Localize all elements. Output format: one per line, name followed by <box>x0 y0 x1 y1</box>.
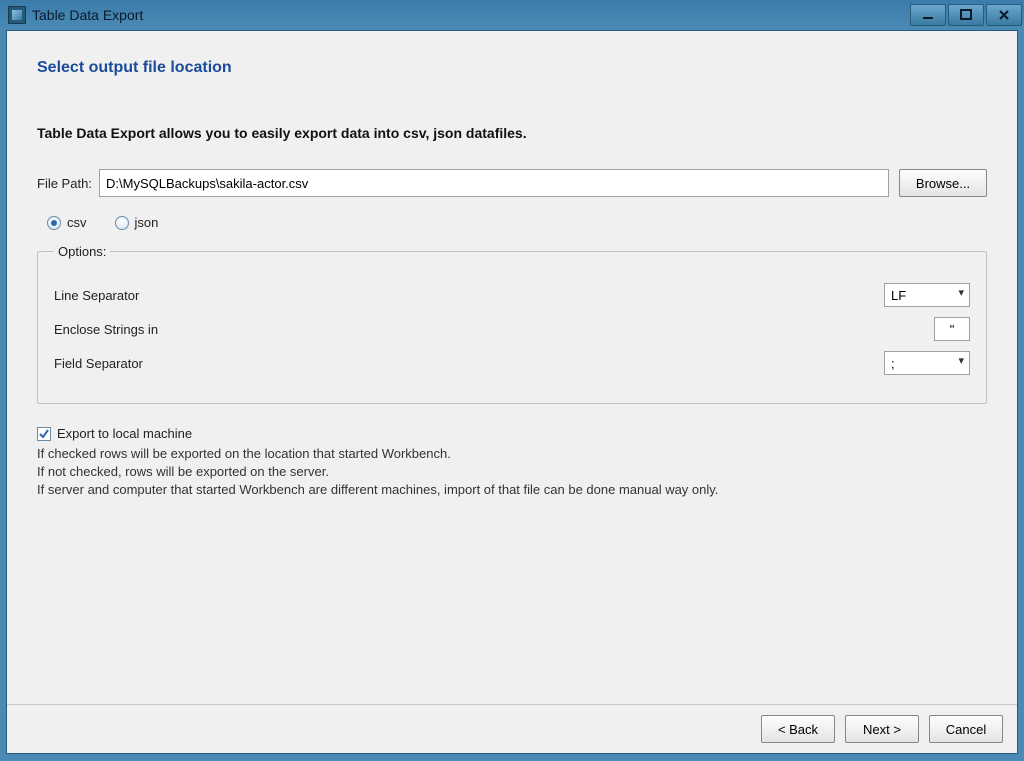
minimize-button[interactable] <box>910 4 946 26</box>
help-line-2: If not checked, rows will be exported on… <box>37 463 987 481</box>
titlebar: Table Data Export <box>0 0 1024 30</box>
page-heading: Select output file location <box>37 59 987 77</box>
export-local-row: Export to local machine <box>37 426 987 441</box>
intro-text: Table Data Export allows you to easily e… <box>37 125 987 141</box>
filepath-row: File Path: Browse... <box>37 169 987 197</box>
minimize-icon <box>922 9 934 21</box>
field-separator-row: Field Separator ; <box>54 351 970 375</box>
export-local-label: Export to local machine <box>57 426 192 441</box>
field-separator-select-wrap: ; <box>884 351 970 375</box>
line-separator-label: Line Separator <box>54 288 884 303</box>
radio-json[interactable]: json <box>115 215 159 230</box>
enclose-input[interactable] <box>934 317 970 341</box>
line-separator-select[interactable]: LF <box>884 283 970 307</box>
filepath-input[interactable] <box>99 169 889 197</box>
enclose-row: Enclose Strings in <box>54 317 970 341</box>
radio-csv-label: csv <box>67 215 87 230</box>
back-button[interactable]: < Back <box>761 715 835 743</box>
maximize-button[interactable] <box>948 4 984 26</box>
content: Select output file location Table Data E… <box>7 31 1017 704</box>
filepath-label: File Path: <box>37 176 99 191</box>
app-icon <box>8 6 26 24</box>
export-local-checkbox[interactable] <box>37 427 51 441</box>
format-row: csv json <box>47 215 987 230</box>
options-fieldset: Options: Line Separator LF Enclose Strin… <box>37 244 987 404</box>
help-line-3: If server and computer that started Work… <box>37 481 987 499</box>
radio-csv-outer <box>47 216 61 230</box>
enclose-label: Enclose Strings in <box>54 322 934 337</box>
button-bar: < Back Next > Cancel <box>7 704 1017 753</box>
window-title: Table Data Export <box>32 7 910 23</box>
next-button[interactable]: Next > <box>845 715 919 743</box>
line-separator-row: Line Separator LF <box>54 283 970 307</box>
field-separator-select[interactable]: ; <box>884 351 970 375</box>
check-icon <box>38 428 50 440</box>
close-icon <box>998 9 1010 21</box>
browse-button[interactable]: Browse... <box>899 169 987 197</box>
field-separator-label: Field Separator <box>54 356 884 371</box>
radio-csv[interactable]: csv <box>47 215 87 230</box>
options-legend: Options: <box>54 244 110 259</box>
radio-csv-dot <box>51 220 57 226</box>
radio-json-label: json <box>135 215 159 230</box>
radio-json-outer <box>115 216 129 230</box>
close-button[interactable] <box>986 4 1022 26</box>
export-local-help: If checked rows will be exported on the … <box>37 445 987 500</box>
window-frame: Table Data Export Select output file loc… <box>0 0 1024 761</box>
cancel-button[interactable]: Cancel <box>929 715 1003 743</box>
help-line-1: If checked rows will be exported on the … <box>37 445 987 463</box>
line-separator-select-wrap: LF <box>884 283 970 307</box>
window-controls <box>910 4 1022 26</box>
client-area: Select output file location Table Data E… <box>6 30 1018 754</box>
maximize-icon <box>960 9 972 21</box>
